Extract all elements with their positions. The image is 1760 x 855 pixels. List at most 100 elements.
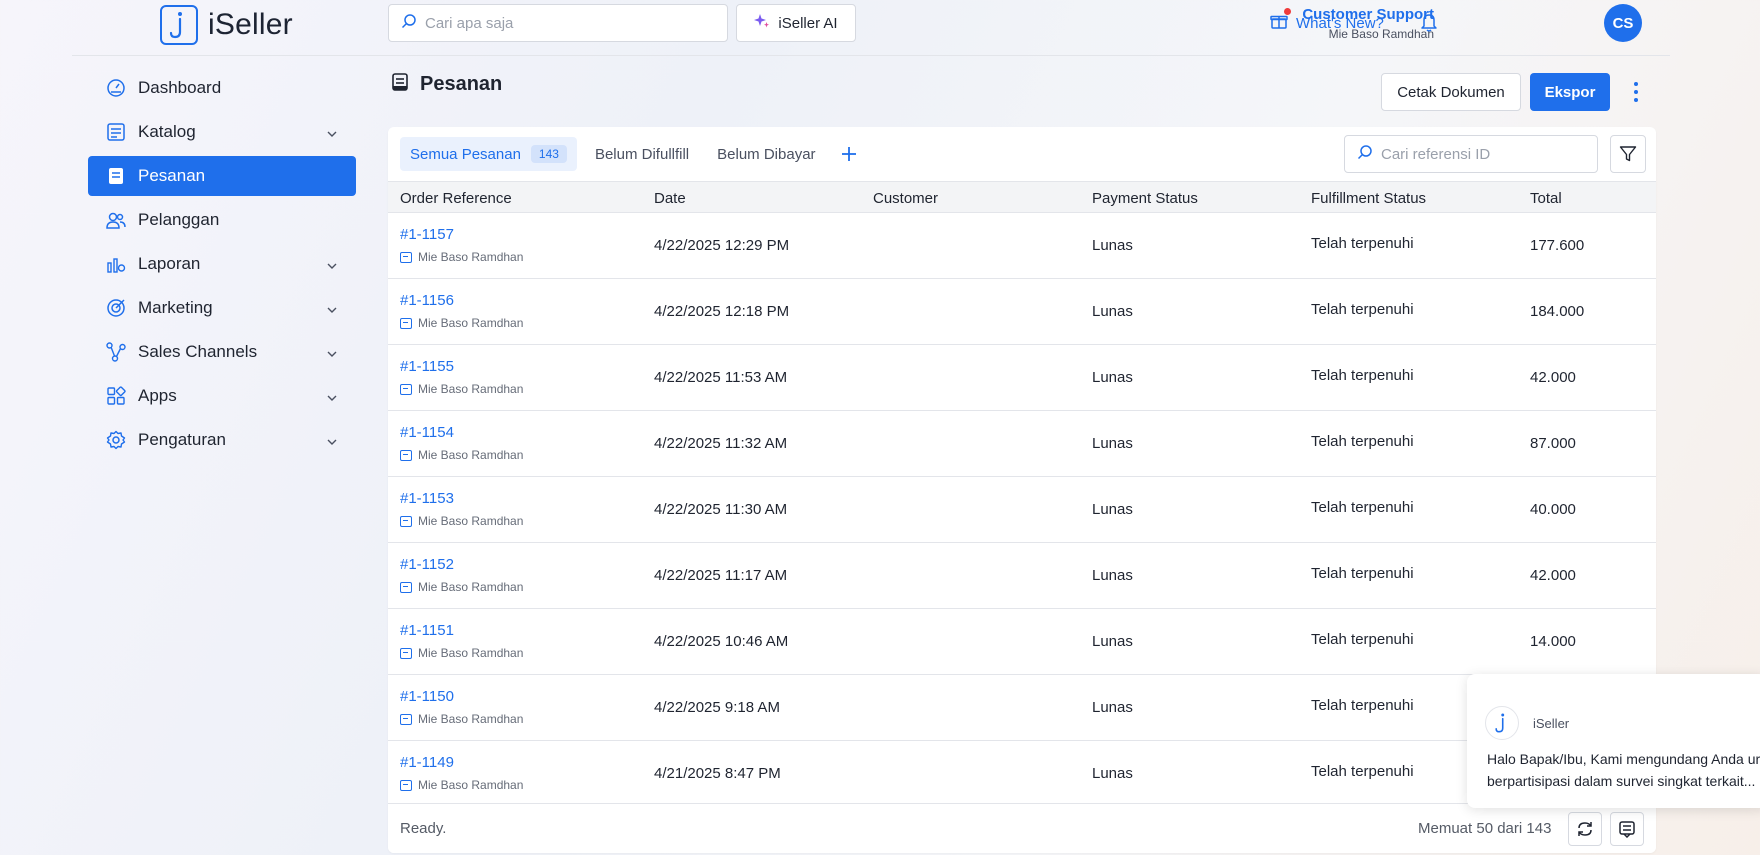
print-documents-button[interactable]: Cetak Dokumen bbox=[1381, 73, 1521, 111]
iseller-ai-label: iSeller AI bbox=[778, 14, 838, 32]
loaded-count: Memuat 50 dari 143 bbox=[1418, 820, 1552, 837]
chevron-down-icon bbox=[326, 301, 338, 321]
sidebar-item-katalog[interactable]: Katalog bbox=[88, 112, 356, 152]
order-reference-link[interactable]: #1-1150 bbox=[400, 688, 454, 705]
column-header[interactable]: Date bbox=[654, 190, 686, 207]
store-name: Mie Baso Ramdhan bbox=[418, 514, 524, 528]
chevron-down-icon bbox=[326, 433, 338, 453]
store-icon bbox=[400, 449, 412, 461]
more-options-icon[interactable] bbox=[1626, 78, 1646, 106]
global-search-input[interactable] bbox=[425, 14, 715, 32]
tab-label: Belum Difullfill bbox=[594, 145, 690, 163]
count-badge: 143 bbox=[530, 145, 567, 163]
store-name: Mie Baso Ramdhan bbox=[418, 580, 524, 594]
table-row[interactable]: #1-1155 Mie Baso Ramdhan 4/22/2025 11:53… bbox=[388, 345, 1656, 411]
table-row[interactable]: #1-1154 Mie Baso Ramdhan 4/22/2025 11:32… bbox=[388, 411, 1656, 477]
fulfillment-status: Telah terpenuhi bbox=[1311, 301, 1414, 318]
summary-icon[interactable] bbox=[1610, 812, 1644, 846]
sidebar-item-label: Laporan bbox=[138, 254, 201, 273]
store-icon bbox=[400, 251, 412, 263]
store-label: Mie Baso Ramdhan bbox=[400, 580, 523, 594]
table-row[interactable]: #1-1151 Mie Baso Ramdhan 4/22/2025 10:46… bbox=[388, 609, 1656, 675]
sidebar-item-laporan[interactable]: Laporan bbox=[88, 244, 356, 284]
export-button[interactable]: Ekspor bbox=[1530, 73, 1610, 111]
sidebar-item-label: Pelanggan bbox=[138, 210, 220, 229]
iseller-ai-button[interactable]: iSeller AI bbox=[736, 4, 856, 42]
app-logo[interactable]: iSeller bbox=[160, 5, 293, 45]
global-search[interactable] bbox=[388, 4, 728, 42]
search-icon bbox=[1357, 144, 1373, 165]
order-reference-link[interactable]: #1-1153 bbox=[400, 490, 454, 507]
sidebar-item-pesanan[interactable]: Pesanan bbox=[88, 156, 356, 196]
table-row[interactable]: #1-1153 Mie Baso Ramdhan 4/22/2025 11:30… bbox=[388, 477, 1656, 543]
filter-icon[interactable] bbox=[1610, 135, 1646, 173]
column-header[interactable]: Fulfillment Status bbox=[1311, 190, 1426, 207]
table-row[interactable]: #1-1150 Mie Baso Ramdhan 4/22/2025 9:18 … bbox=[388, 675, 1656, 741]
table-row[interactable]: #1-1156 Mie Baso Ramdhan 4/22/2025 12:18… bbox=[388, 279, 1656, 345]
order-reference-link[interactable]: #1-1157 bbox=[400, 226, 454, 243]
chat-message-text: Halo Bapak/Ibu, Kami mengundang Anda ur … bbox=[1487, 748, 1760, 792]
sidebar-item-label: Pengaturan bbox=[138, 430, 226, 449]
order-reference-link[interactable]: #1-1149 bbox=[400, 754, 454, 771]
orders-icon bbox=[390, 72, 410, 97]
add-tab-icon[interactable] bbox=[834, 137, 864, 171]
column-header[interactable]: Payment Status bbox=[1092, 190, 1198, 207]
chat-message-popup[interactable]: iSeller Halo Bapak/Ibu, Kami mengundang … bbox=[1467, 674, 1760, 808]
sidebar-item-label: Apps bbox=[138, 386, 177, 405]
order-reference-link[interactable]: #1-1155 bbox=[400, 358, 454, 375]
refresh-icon[interactable] bbox=[1568, 812, 1602, 846]
sidebar-item-label: Katalog bbox=[138, 122, 196, 141]
fulfillment-status: Telah terpenuhi bbox=[1311, 631, 1414, 648]
sidebar-item-marketing[interactable]: Marketing bbox=[88, 288, 356, 328]
order-date: 4/22/2025 11:53 AM bbox=[654, 369, 788, 386]
tab-label: Belum Dibayar bbox=[717, 145, 816, 163]
sidebar-item-sales-channels[interactable]: Sales Channels bbox=[88, 332, 356, 372]
orders-table-body: #1-1157 Mie Baso Ramdhan 4/22/2025 12:29… bbox=[388, 213, 1656, 807]
table-row[interactable]: #1-1149 Mie Baso Ramdhan 4/21/2025 8:47 … bbox=[388, 741, 1656, 807]
order-tabs: Semua Pesanan 143 Belum Difullfill Belum… bbox=[400, 137, 864, 171]
tab-belum-dibayar[interactable]: Belum Dibayar bbox=[707, 137, 825, 171]
column-header[interactable]: Total bbox=[1530, 190, 1562, 207]
status-text: Ready. bbox=[400, 820, 447, 837]
iseller-logo-icon bbox=[160, 5, 198, 45]
sidebar-item-dashboard[interactable]: Dashboard bbox=[88, 68, 356, 108]
top-bar: iSeller iSeller AI What's New? Customer … bbox=[0, 0, 1760, 56]
sidebar-item-apps[interactable]: Apps bbox=[88, 376, 356, 416]
tab-semua-pesanan[interactable]: Semua Pesanan 143 bbox=[400, 137, 577, 171]
store-icon bbox=[400, 647, 412, 659]
app-name: iSeller bbox=[208, 8, 293, 41]
store-label: Mie Baso Ramdhan bbox=[400, 448, 523, 462]
order-reference-link[interactable]: #1-1151 bbox=[400, 622, 454, 639]
reference-search-input[interactable] bbox=[1381, 145, 1581, 163]
order-reference-link[interactable]: #1-1156 bbox=[400, 292, 454, 309]
store-label: Mie Baso Ramdhan bbox=[400, 382, 523, 396]
order-reference-link[interactable]: #1-1154 bbox=[400, 424, 454, 441]
order-date: 4/22/2025 12:29 PM bbox=[654, 237, 790, 254]
order-total: 40.000 bbox=[1530, 501, 1576, 518]
tab-belum-difullfill[interactable]: Belum Difullfill bbox=[585, 137, 699, 171]
table-row[interactable]: #1-1157 Mie Baso Ramdhan 4/22/2025 12:29… bbox=[388, 213, 1656, 279]
table-row[interactable]: #1-1152 Mie Baso Ramdhan 4/22/2025 11:17… bbox=[388, 543, 1656, 609]
column-header[interactable]: Order Reference bbox=[400, 190, 512, 207]
page-title: Pesanan bbox=[420, 73, 503, 95]
user-info[interactable]: Customer Support Mie Baso Ramdhan bbox=[1302, 6, 1434, 41]
column-header[interactable]: Customer bbox=[873, 190, 938, 207]
order-reference-link[interactable]: #1-1152 bbox=[400, 556, 454, 573]
fulfillment-status: Telah terpenuhi bbox=[1311, 697, 1414, 714]
store-name: Mie Baso Ramdhan bbox=[418, 646, 524, 660]
store-icon bbox=[400, 317, 412, 329]
store-icon bbox=[400, 581, 412, 593]
order-total: 42.000 bbox=[1530, 369, 1576, 386]
store-icon bbox=[400, 713, 412, 725]
sidebar-item-pengaturan[interactable]: Pengaturan bbox=[88, 420, 356, 460]
iseller-logo-icon bbox=[1485, 706, 1519, 740]
divider bbox=[72, 55, 1670, 56]
store-label: Mie Baso Ramdhan bbox=[400, 514, 523, 528]
sparkle-icon bbox=[754, 13, 770, 33]
user-name: Customer Support bbox=[1302, 6, 1434, 23]
store-name: Mie Baso Ramdhan bbox=[418, 382, 524, 396]
sidebar-item-pelanggan[interactable]: Pelanggan bbox=[88, 200, 356, 240]
reference-search[interactable] bbox=[1344, 135, 1598, 173]
avatar[interactable]: CS bbox=[1604, 4, 1642, 42]
chat-message-line: Halo Bapak/Ibu, Kami mengundang Anda ur bbox=[1487, 751, 1760, 767]
